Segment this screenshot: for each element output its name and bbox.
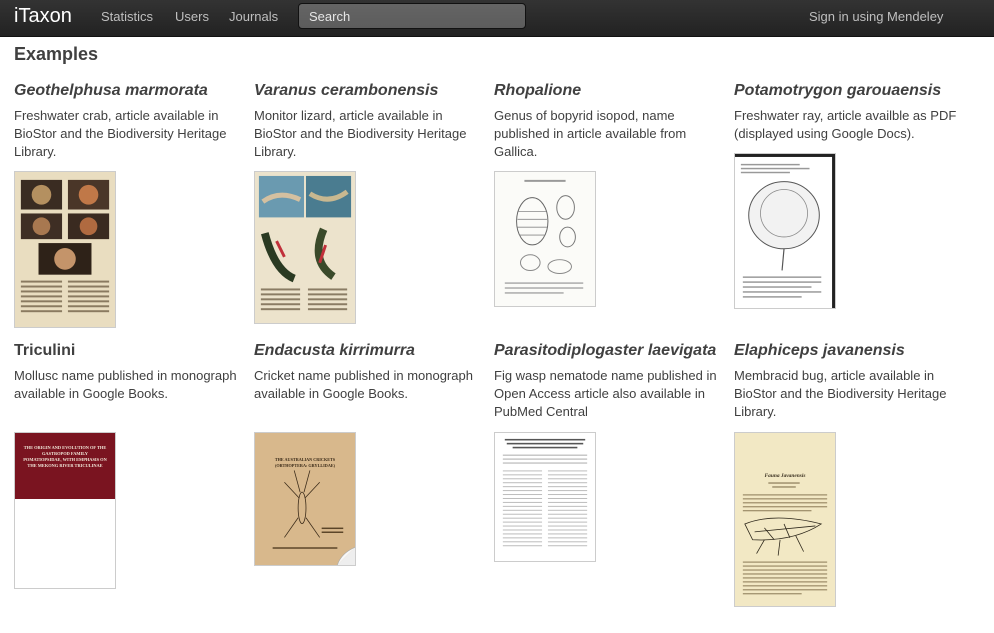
example-title[interactable]: Varanus cerambonensis	[254, 81, 479, 101]
example-title[interactable]: Triculini	[14, 341, 239, 361]
example-description: Fig wasp nematode name published in Open…	[494, 368, 717, 419]
example-description: Freshwater crab, article available in Bi…	[14, 108, 227, 159]
example-card: Varanus cerambonensis Monitor lizard, ar…	[254, 81, 479, 161]
example-description: Genus of bopyrid isopod, name published …	[494, 108, 687, 159]
example-card: Endacusta kirrimurra Cricket name publis…	[254, 341, 479, 403]
example-card: Geothelphusa marmorata Freshwater crab, …	[14, 81, 239, 161]
search-input[interactable]	[298, 3, 526, 29]
thumbnail-lizard-article[interactable]	[254, 171, 356, 324]
thumbnail-crab-article[interactable]	[14, 171, 116, 328]
example-title[interactable]: Endacusta kirrimurra	[254, 341, 479, 361]
nav-users[interactable]: Users	[175, 9, 209, 24]
thumbnail-cricket-book[interactable]: THE AUSTRALIAN CRICKETS (ORTHOPTERA: GRY…	[254, 432, 356, 566]
thumbnail-ray-article[interactable]	[734, 153, 836, 309]
sign-in-link[interactable]: Sign in using Mendeley	[809, 9, 943, 24]
navbar: iTaxon Statistics Users Journals Sign in…	[0, 0, 994, 37]
example-title[interactable]: Geothelphusa marmorata	[14, 81, 239, 101]
thumbnail-isopod-article[interactable]	[494, 171, 596, 307]
example-description: Monitor lizard, article available in Bio…	[254, 108, 467, 159]
example-card: Parasitodiplogaster laevigata Fig wasp n…	[494, 341, 719, 421]
example-title[interactable]: Elaphiceps javanensis	[734, 341, 959, 361]
brand-logo[interactable]: iTaxon	[14, 5, 72, 28]
thumbnail-nematode-article[interactable]	[494, 432, 596, 562]
example-card: Elaphiceps javanensis Membracid bug, art…	[734, 341, 959, 421]
page-title: Examples	[14, 44, 99, 64]
example-title[interactable]: Rhopalione	[494, 81, 719, 101]
example-description: Mollusc name published in monograph avai…	[14, 368, 237, 401]
example-card: Rhopalione Genus of bopyrid isopod, name…	[494, 81, 719, 161]
example-description: Membracid bug, article available in BioS…	[734, 368, 947, 419]
example-title[interactable]: Parasitodiplogaster laevigata	[494, 341, 719, 361]
book-cover-title: THE ORIGIN AND EVOLUTION OF THE GASTROPO…	[23, 445, 107, 468]
example-card: Potamotrygon garouaensis Freshwater ray,…	[734, 81, 959, 143]
example-card: Triculini Mollusc name published in mono…	[14, 341, 239, 403]
nav-statistics[interactable]: Statistics	[101, 9, 153, 24]
nav-journals[interactable]: Journals	[229, 9, 278, 24]
example-title[interactable]: Potamotrygon garouaensis	[734, 81, 959, 101]
thumbnail-triculini-book[interactable]: THE ORIGIN AND EVOLUTION OF THE GASTROPO…	[14, 432, 116, 589]
thumbnail-membracid-article[interactable]: Fauna Javanensis	[734, 432, 836, 607]
example-description: Cricket name published in monograph avai…	[254, 368, 473, 401]
example-description: Freshwater ray, article availble as PDF …	[734, 108, 957, 141]
